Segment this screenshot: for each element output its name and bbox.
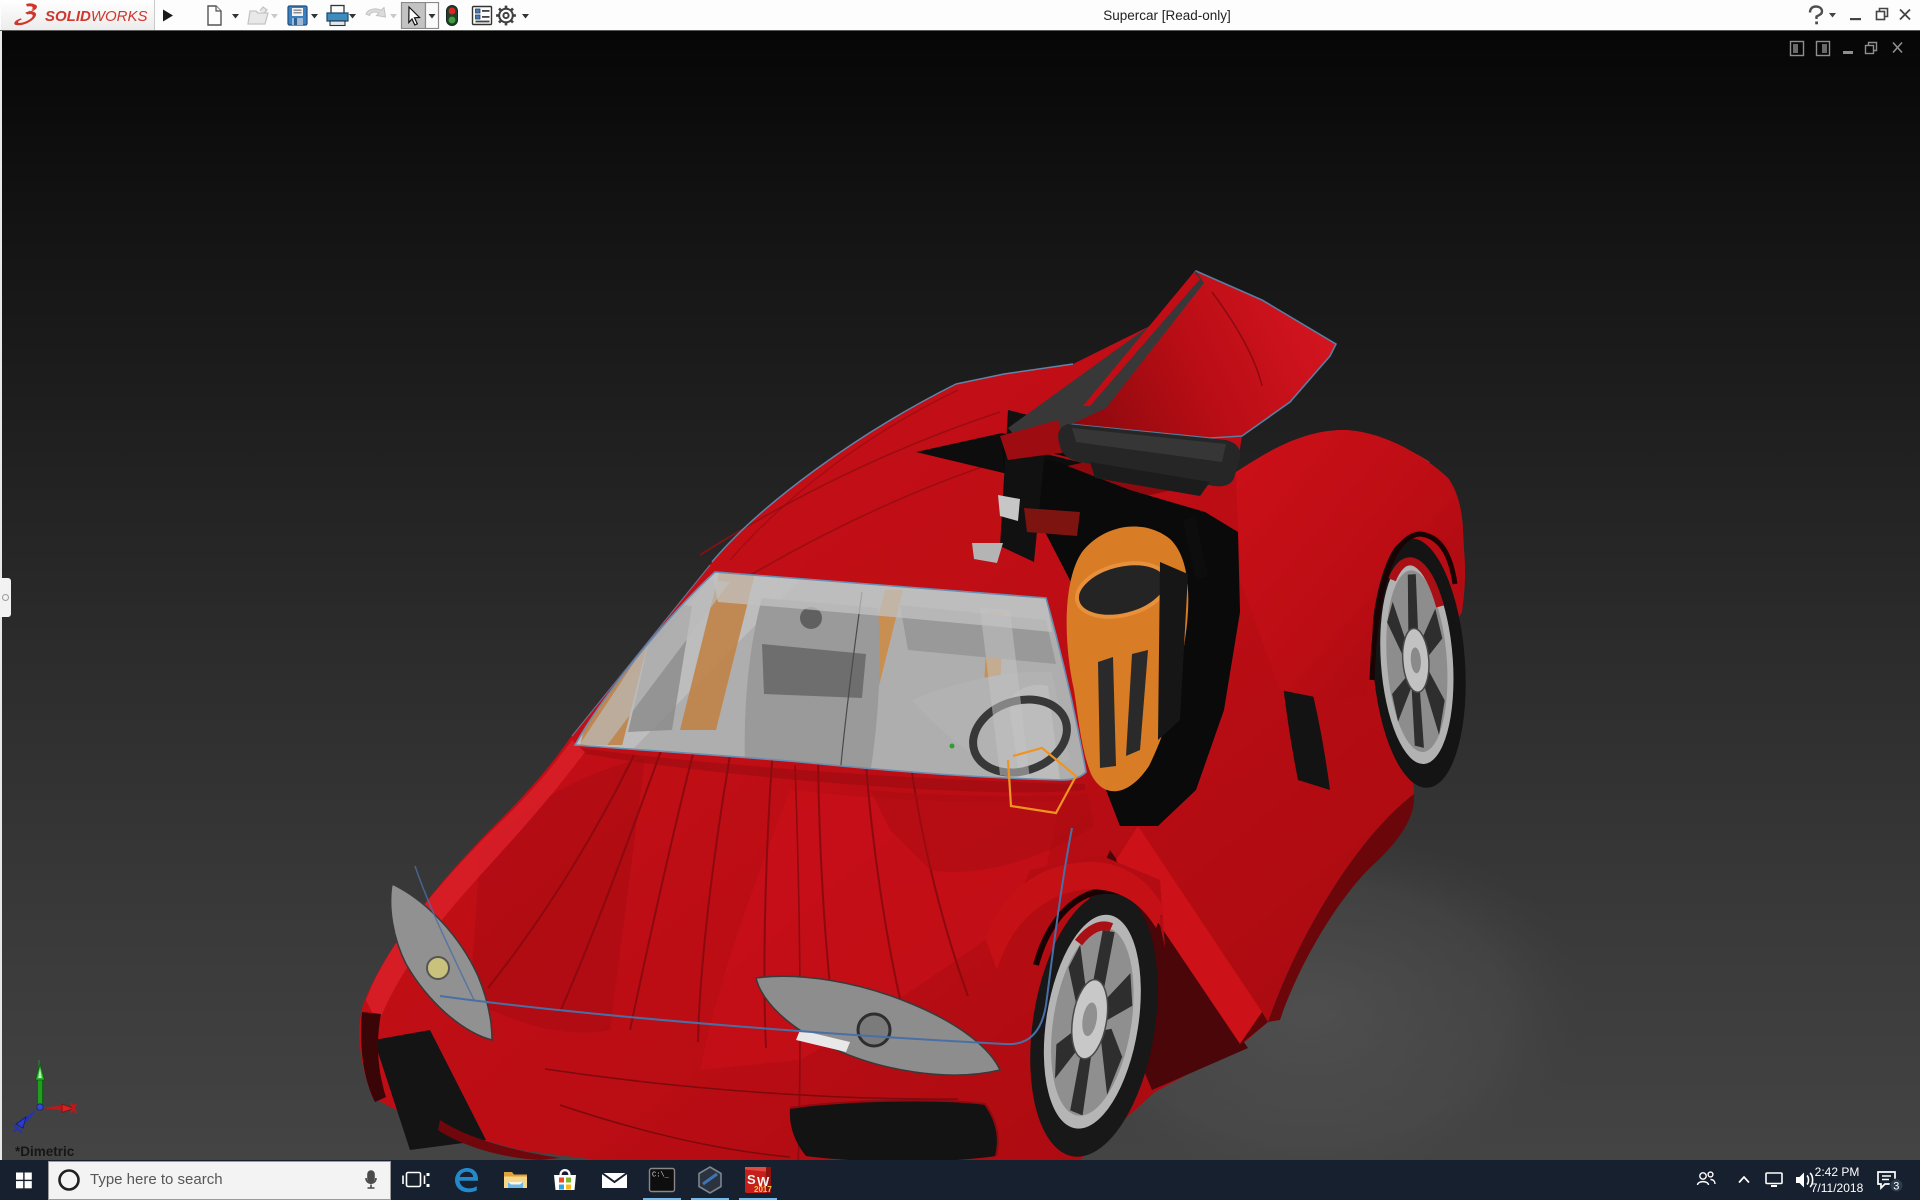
svg-text:3: 3 [1893, 1181, 1899, 1193]
svg-text:2017: 2017 [754, 1185, 772, 1194]
svg-text:C:\_: C:\_ [652, 1172, 670, 1180]
